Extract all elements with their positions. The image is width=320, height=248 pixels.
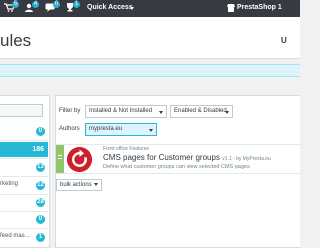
category-item[interactable]: 28 [0, 195, 48, 210]
top-navbar: 5 4 0 1 Quick Access PrestaShop 1 [0, 0, 300, 17]
count-badge: 13 [36, 163, 45, 172]
category-item-feed[interactable]: feed mas... 1 [0, 230, 48, 245]
category-item-marketing[interactable]: rketing 12 [0, 178, 48, 193]
module-name[interactable]: CMS pages for Customer groups v1.1 - by … [103, 153, 271, 162]
bulk-actions-button[interactable]: bulk actions [56, 179, 102, 191]
count-badge: 12 [36, 181, 45, 190]
customers-badge: 4 [32, 1, 39, 8]
module-category: Front office Features [103, 146, 150, 152]
shop-icon [227, 4, 235, 12]
authors-label: Authors [59, 126, 80, 132]
chevron-down-icon [93, 182, 98, 186]
shop-name-link[interactable]: PrestaShop 1 [237, 4, 282, 11]
module-logo [67, 147, 92, 172]
enabled-filter-select[interactable]: Enabled & Disabled [170, 105, 233, 118]
category-item[interactable]: 0 [0, 124, 48, 139]
count-badge: 186 [32, 146, 44, 153]
chevron-down-icon [159, 111, 163, 114]
chevron-down-icon [225, 111, 229, 114]
module-enabled-indicator [56, 145, 64, 173]
module-version: v1.1 - by MyPresta.eu [222, 156, 271, 162]
upload-module-button[interactable]: U [281, 36, 287, 45]
modules-panel: Filter by Installed & Not Installed Enab… [55, 95, 301, 248]
categories-panel: 0 186 13 rketing 12 28 0 feed mas... 1 [0, 95, 50, 248]
orders-badge: 5 [12, 1, 19, 8]
info-bar [0, 64, 300, 77]
module-row[interactable]: Front office Features CMS pages for Cust… [56, 144, 301, 174]
chevron-down-icon [130, 7, 134, 10]
count-badge: 0 [36, 215, 45, 224]
category-item-active[interactable]: 186 [0, 142, 48, 157]
messages-badge: 0 [53, 1, 60, 8]
page-title: ules [0, 31, 32, 50]
category-search-input[interactable] [0, 104, 43, 117]
page-header: ules U [0, 17, 300, 59]
filter-by-label: Filter by [59, 108, 81, 114]
trophy-badge: 1 [73, 1, 80, 8]
category-item[interactable]: 0 [0, 212, 48, 227]
chevron-down-icon [149, 129, 153, 132]
count-badge: 0 [36, 127, 45, 136]
installed-filter-select[interactable]: Installed & Not Installed [85, 105, 167, 118]
count-badge: 1 [36, 233, 45, 242]
count-badge: 28 [36, 198, 45, 207]
authors-filter-select[interactable]: mypresta.eu [85, 123, 157, 136]
module-description: Define what customer groups can view sel… [103, 164, 250, 170]
quick-access-menu[interactable]: Quick Access [87, 4, 133, 11]
category-item[interactable]: 13 [0, 160, 48, 175]
